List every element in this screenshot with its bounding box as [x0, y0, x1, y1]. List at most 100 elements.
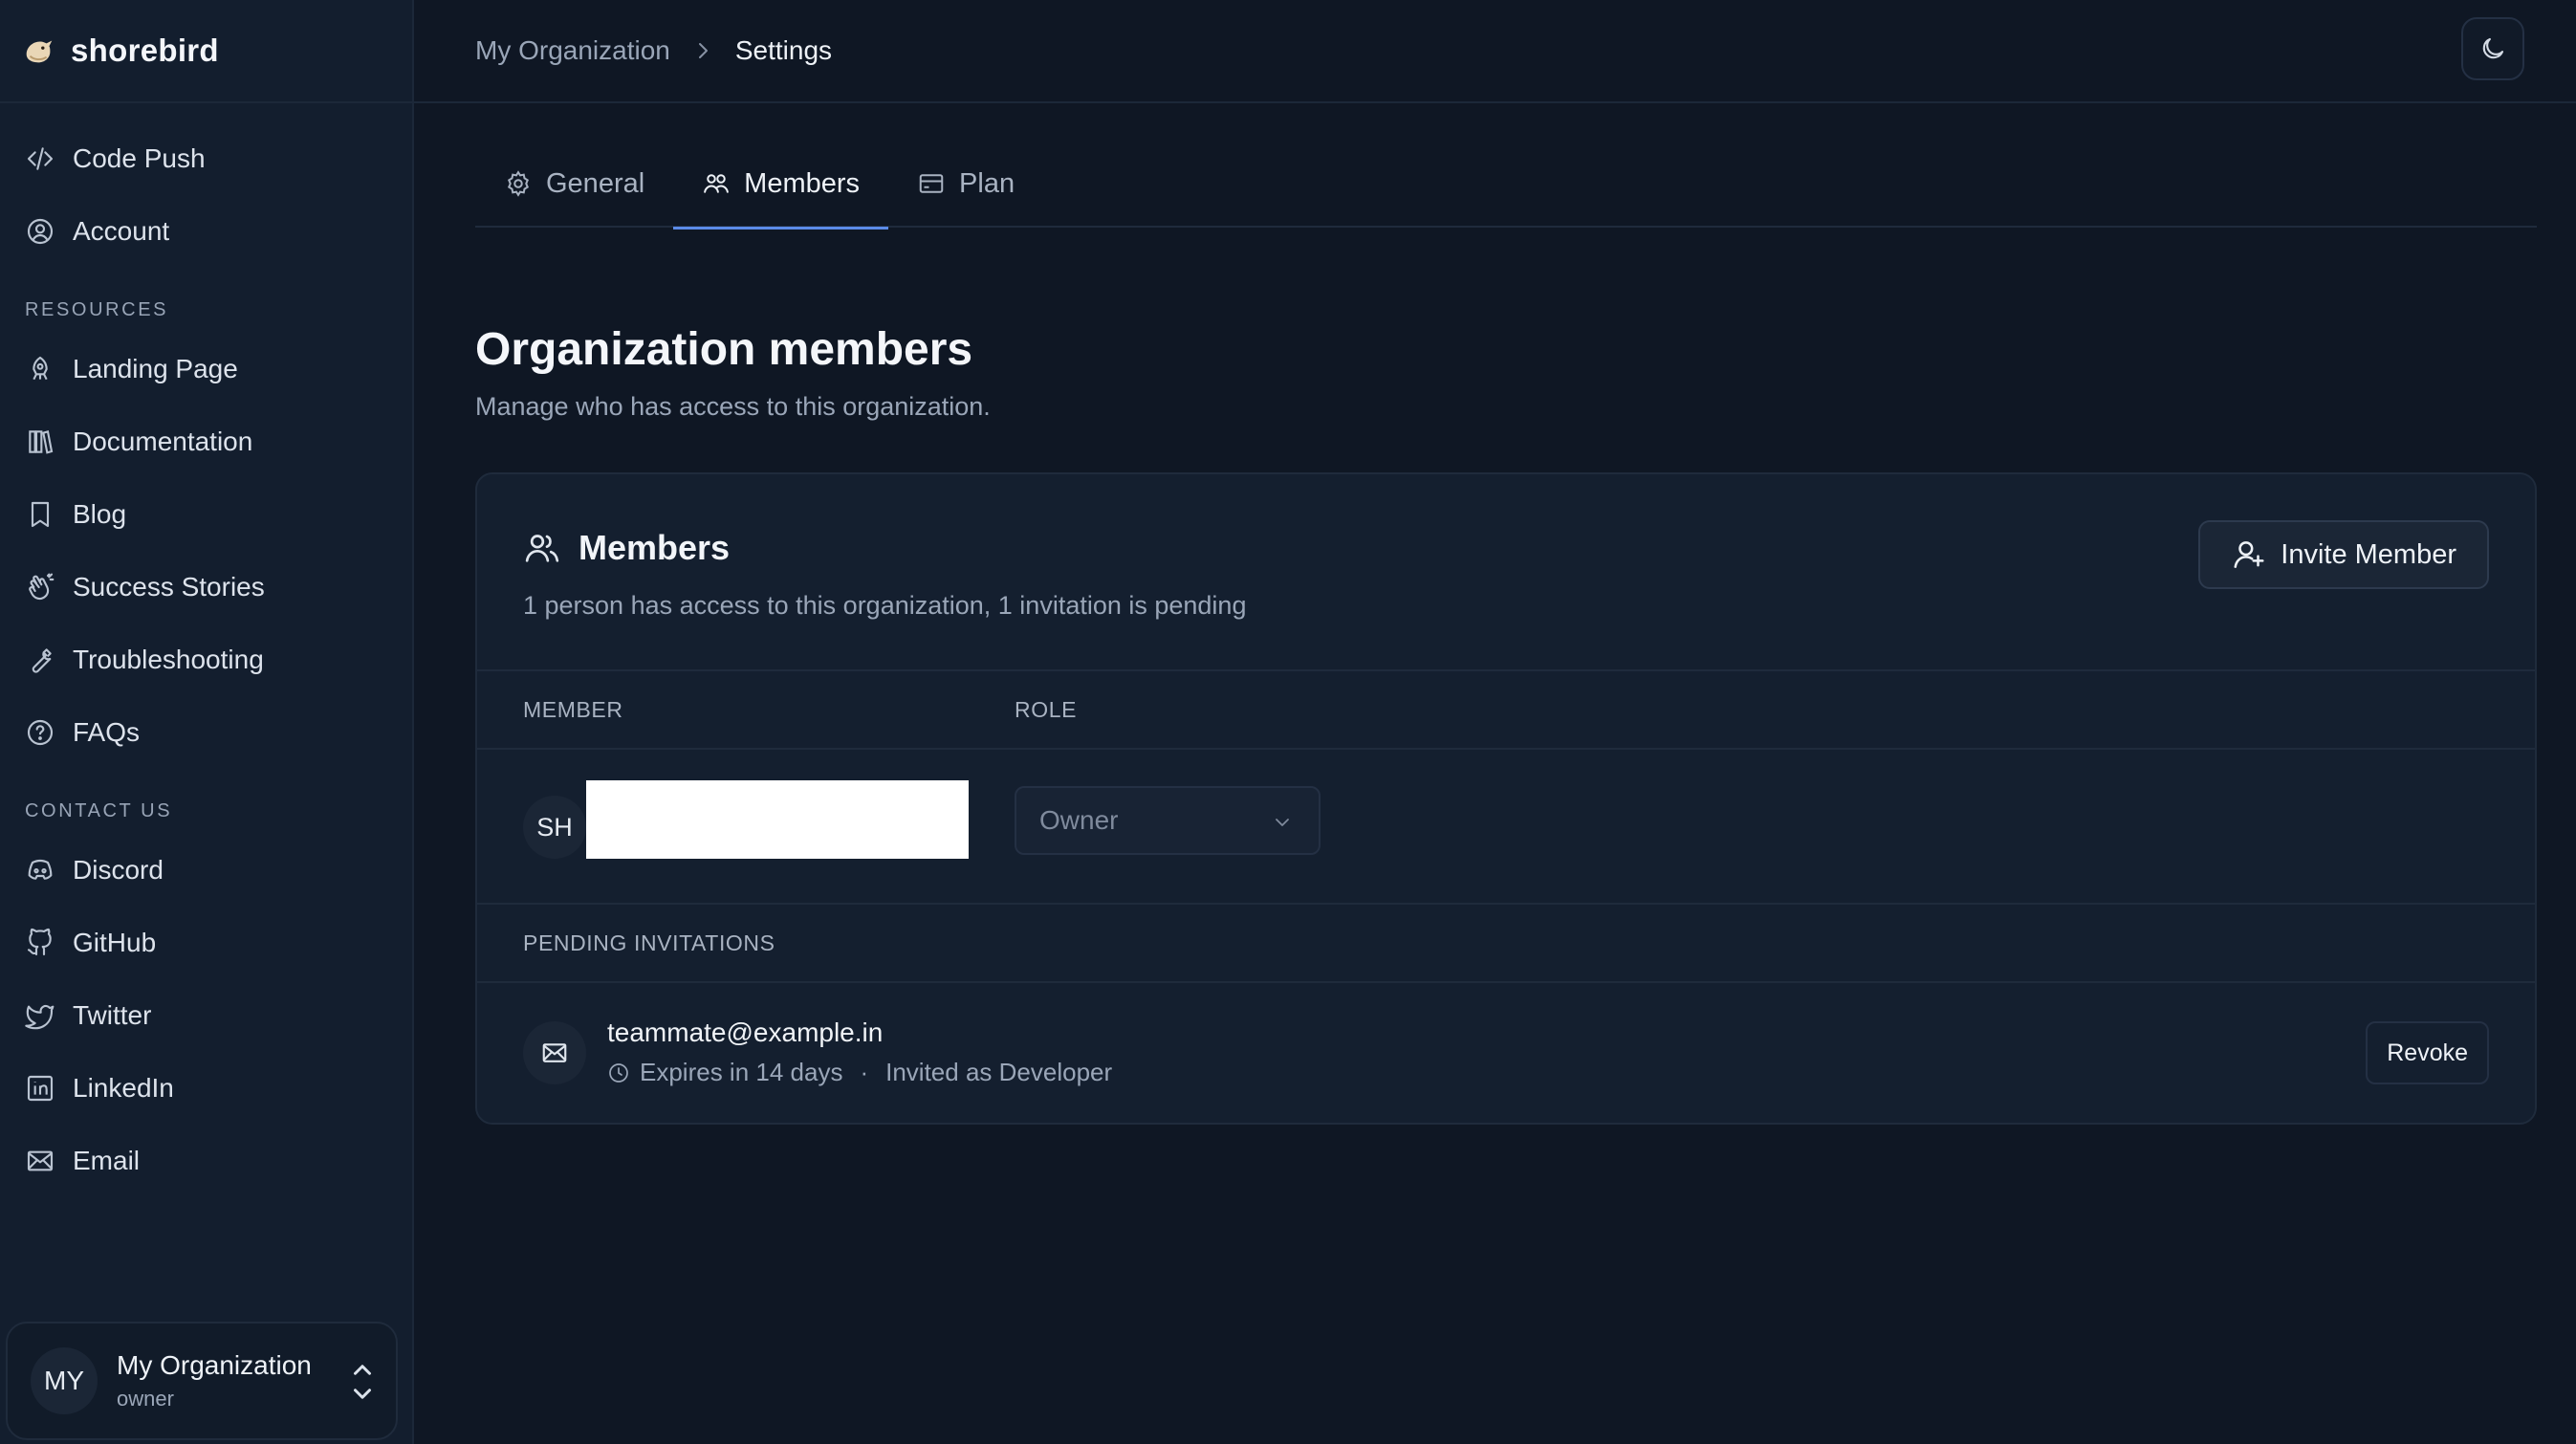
invitation-avatar: [523, 1021, 586, 1084]
discord-icon: [25, 855, 55, 886]
account-icon: [25, 216, 55, 247]
redacted-member-name: [586, 780, 969, 859]
sidebar-item-label: Blog: [73, 499, 127, 529]
members-card-header: Members 1 person has access to this orga…: [477, 474, 2535, 671]
sidebar-item-email[interactable]: Email: [0, 1125, 412, 1197]
settings-tabs: General Members Plan: [475, 140, 2537, 230]
sidebar-item-documentation[interactable]: Documentation: [0, 405, 412, 478]
sidebar-item-success-stories[interactable]: Success Stories: [0, 551, 412, 624]
column-member: MEMBER: [523, 696, 623, 722]
org-text: My Organization owner: [117, 1350, 312, 1411]
clap-icon: [25, 572, 55, 602]
column-role: ROLE: [1015, 696, 1078, 722]
tab-label: General: [546, 167, 645, 199]
sidebar-item-landing-page[interactable]: Landing Page: [0, 333, 412, 405]
org-switcher[interactable]: MY My Organization owner: [6, 1322, 398, 1440]
tab-plan[interactable]: Plan: [888, 140, 1043, 228]
tab-label: Members: [744, 167, 861, 199]
sidebar-item-discord[interactable]: Discord: [0, 834, 412, 907]
chevron-right-icon: [698, 43, 708, 58]
invitation-expiry: Expires in 14 days: [640, 1058, 843, 1086]
sidebar-item-linkedin[interactable]: LinkedIn: [0, 1052, 412, 1125]
rocket-icon: [25, 354, 55, 384]
sidebar-item-label: Code Push: [73, 143, 206, 173]
linkedin-icon: [25, 1073, 55, 1104]
sidebar-item-label: Landing Page: [73, 354, 238, 383]
sidebar-item-blog[interactable]: Blog: [0, 478, 412, 551]
help-circle-icon: [25, 717, 55, 748]
role-select-value: Owner: [1039, 805, 1119, 835]
library-icon: [25, 427, 55, 457]
breadcrumb-parent[interactable]: My Organization: [475, 35, 670, 66]
shorebird-logo-icon: [26, 40, 53, 63]
sidebar-item-label: Success Stories: [73, 572, 265, 602]
role-select[interactable]: Owner: [1015, 786, 1321, 855]
table-row: SH Owner: [477, 750, 2535, 905]
sidebar-item-label: FAQs: [73, 717, 141, 747]
invitation-email: teammate@example.in: [607, 1017, 884, 1047]
credit-card-icon: [919, 174, 944, 193]
meta-separator: ·: [860, 1058, 869, 1086]
invitation-role: Invited as Developer: [885, 1058, 1113, 1086]
invite-member-button[interactable]: Invite Member: [2198, 520, 2489, 589]
contact-section-label: CONTACT US: [25, 800, 173, 821]
mail-icon: [25, 1146, 55, 1176]
sidebar-item-label: Discord: [73, 855, 164, 885]
members-card-description: 1 person has access to this organization…: [523, 591, 1247, 620]
tab-label: Plan: [959, 167, 1015, 199]
brand-name: shorebird: [71, 33, 219, 68]
org-role: owner: [117, 1387, 174, 1411]
user-plus-icon: [2234, 541, 2264, 568]
wrench-icon: [25, 645, 55, 675]
sidebar-item-label: GitHub: [73, 928, 157, 957]
page-subtitle: Manage who has access to this organizati…: [475, 392, 991, 421]
tab-general[interactable]: General: [475, 140, 673, 228]
topbar: My Organization Settings: [414, 0, 2576, 103]
members-table-header: MEMBER ROLE: [477, 671, 2535, 750]
code-icon: [25, 143, 55, 174]
clock-icon: [609, 1062, 628, 1083]
invite-member-label: Invite Member: [2281, 538, 2456, 570]
main-content: My Organization Settings General Members…: [414, 0, 2576, 1444]
invitation-meta: Expires in 14 days · Invited as Develope…: [607, 1058, 1112, 1087]
moon-icon: [2482, 37, 2504, 59]
org-avatar: MY: [31, 1347, 98, 1414]
twitter-icon: [25, 1000, 55, 1031]
tab-members[interactable]: Members: [673, 140, 888, 230]
resources-section-label: RESOURCES: [25, 299, 169, 320]
users-icon: [525, 535, 559, 562]
org-name: My Organization: [117, 1350, 312, 1380]
github-icon: [25, 928, 55, 958]
mail-icon: [542, 1043, 567, 1062]
members-card: Members 1 person has access to this orga…: [475, 472, 2537, 1125]
sidebar-item-account[interactable]: Account: [0, 195, 412, 268]
chevrons-up-down-icon: [354, 1365, 371, 1399]
revoke-button[interactable]: Revoke: [2366, 1021, 2489, 1084]
members-card-title-text: Members: [579, 528, 731, 567]
pending-invitations-header: PENDING INVITATIONS: [477, 905, 2535, 983]
sidebar-item-label: LinkedIn: [73, 1073, 174, 1103]
breadcrumb-current: Settings: [734, 35, 833, 65]
sidebar-item-label: Twitter: [73, 1000, 152, 1030]
list-item: teammate@example.in Expires in 14 days ·…: [477, 983, 2535, 1123]
member-avatar: SH: [523, 796, 586, 859]
sidebar-item-label: Email: [73, 1146, 141, 1175]
sidebar-item-github[interactable]: GitHub: [0, 907, 412, 979]
page-title: Organization members: [475, 324, 973, 375]
sidebar-item-faqs[interactable]: FAQs: [0, 696, 412, 769]
sidebar-item-troubleshooting[interactable]: Troubleshooting: [0, 624, 412, 696]
sidebar-item-twitter[interactable]: Twitter: [0, 979, 412, 1052]
sidebar-nav: Code Push Account RESOURCES Landing Page: [0, 103, 412, 1197]
sidebar-item-label: Account: [73, 216, 170, 246]
theme-toggle-button[interactable]: [2461, 17, 2524, 80]
gear-icon: [508, 170, 529, 197]
users-icon: [704, 174, 730, 193]
brand[interactable]: shorebird: [0, 0, 412, 103]
sidebar-item-code-push[interactable]: Code Push: [0, 122, 412, 195]
sidebar: shorebird Code Push Account RESOURCES La…: [0, 0, 414, 1444]
chevron-down-icon: [1276, 819, 1289, 826]
sidebar-item-label: Troubleshooting: [73, 645, 264, 674]
bookmark-icon: [25, 499, 55, 530]
app: shorebird Code Push Account RESOURCES La…: [0, 0, 2576, 1444]
sidebar-item-label: Documentation: [73, 427, 253, 456]
